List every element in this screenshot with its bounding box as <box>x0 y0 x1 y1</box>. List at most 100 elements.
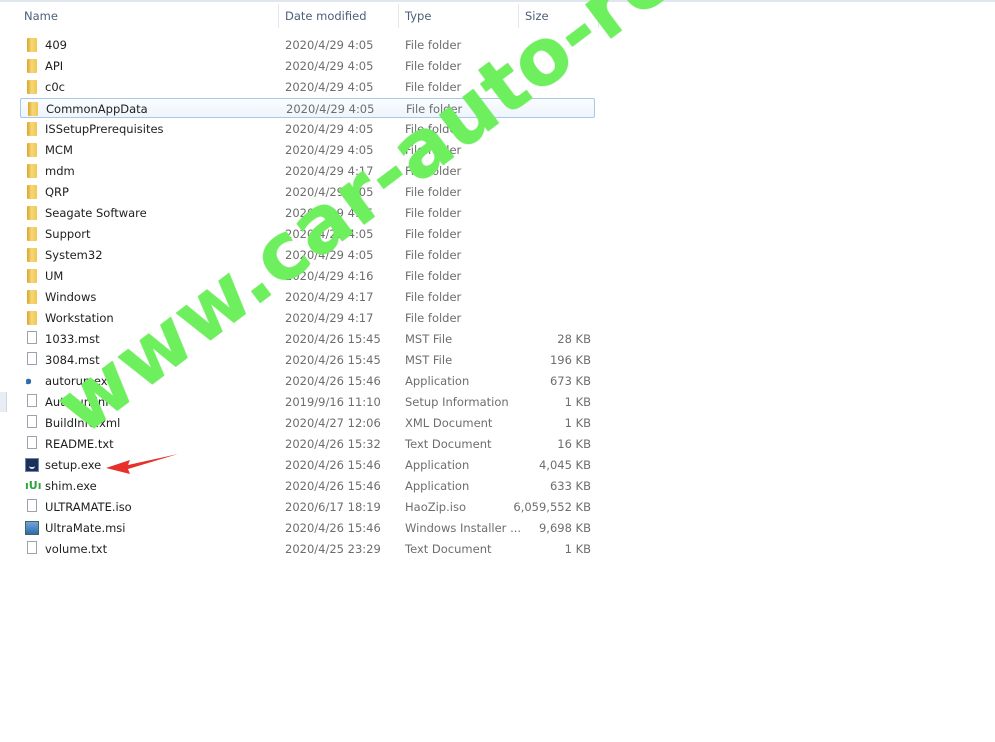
file-type: File folder <box>405 185 462 199</box>
folder-icon <box>27 122 37 136</box>
file-type: XML Document <box>405 416 493 430</box>
column-divider[interactable] <box>398 4 399 28</box>
file-size: 9,698 KB <box>538 521 591 535</box>
file-row[interactable]: ıUı shim.exe 2020/4/26 15:46 Application 633… <box>20 476 595 496</box>
file-type: Windows Installer ... <box>405 521 522 535</box>
file-date: 2020/4/29 4:05 <box>285 122 374 136</box>
file-type: File folder <box>406 102 463 116</box>
file-name: UM <box>45 269 64 283</box>
column-type-header[interactable]: Type <box>405 2 431 30</box>
file-name: 409 <box>45 38 67 52</box>
folder-icon <box>27 185 37 199</box>
file-row[interactable]: System32 2020/4/29 4:05 File folder <box>20 245 595 265</box>
file-icon <box>27 541 37 554</box>
file-name: shim.exe <box>45 479 97 493</box>
file-row[interactable]: Windows 2020/4/29 4:17 File folder <box>20 287 595 307</box>
file-date: 2020/4/29 4:05 <box>285 143 374 157</box>
file-row[interactable]: Support 2020/4/29 4:05 File folder <box>20 224 595 244</box>
file-row[interactable]: ๑ autorun.exe 2020/4/26 15:46 Application 67… <box>20 371 595 391</box>
file-row[interactable]: Workstation 2020/4/29 4:17 File folder <box>20 308 595 328</box>
file-row[interactable]: QRP 2020/4/29 4:05 File folder <box>20 182 595 202</box>
file-row[interactable]: Seagate Software 2020/4/29 4:05 File folde… <box>20 203 595 223</box>
file-date: 2020/4/26 15:32 <box>285 437 381 451</box>
file-type: File folder <box>405 269 462 283</box>
file-size: 16 KB <box>557 437 591 451</box>
file-icon <box>27 415 37 428</box>
column-date-header[interactable]: Date modified <box>285 2 367 30</box>
file-name: CommonAppData <box>46 102 148 116</box>
file-date: 2020/4/26 15:46 <box>285 521 381 535</box>
file-type: Text Document <box>405 542 492 556</box>
file-name: UltraMate.msi <box>45 521 126 535</box>
file-row[interactable]: UM 2020/4/29 4:16 File folder <box>20 266 595 286</box>
file-row[interactable]: 409 2020/4/29 4:05 File folder <box>20 35 595 55</box>
column-divider[interactable] <box>598 4 599 28</box>
file-date: 2020/4/29 4:05 <box>285 248 374 262</box>
file-date: 2020/4/26 15:46 <box>285 458 381 472</box>
file-name: Seagate Software <box>45 206 147 220</box>
file-name: ISSetupPrerequisites <box>45 122 164 136</box>
file-size: 1 KB <box>564 395 591 409</box>
file-row[interactable]: 1033.mst 2020/4/26 15:45 MST File 28 KB <box>20 329 595 349</box>
file-date: 2020/4/29 4:05 <box>285 206 374 220</box>
navigation-pane-edge[interactable] <box>0 392 7 412</box>
file-type: File folder <box>405 143 462 157</box>
file-date: 2020/4/29 4:05 <box>285 227 374 241</box>
file-type: File folder <box>405 59 462 73</box>
file-type: File folder <box>405 227 462 241</box>
file-row[interactable]: MCM 2020/4/29 4:05 File folder <box>20 140 595 160</box>
file-icon <box>27 436 37 449</box>
file-date: 2020/4/29 4:05 <box>286 102 375 116</box>
file-row[interactable]: mdm 2020/4/29 4:17 File folder <box>20 161 595 181</box>
folder-icon <box>27 248 37 262</box>
file-date: 2020/4/29 4:05 <box>285 59 374 73</box>
column-size-header[interactable]: Size <box>525 2 549 30</box>
folder-icon <box>27 227 37 241</box>
file-row[interactable]: c0c 2020/4/29 4:05 File folder <box>20 77 595 97</box>
file-row[interactable]: CommonAppData 2020/4/29 4:05 File folder <box>20 98 595 118</box>
file-name: Windows <box>45 290 97 304</box>
file-name: ULTRAMATE.iso <box>45 500 132 514</box>
file-size: 1 KB <box>564 542 591 556</box>
file-name: Workstation <box>45 311 114 325</box>
file-date: 2020/4/26 15:46 <box>285 374 381 388</box>
setup-icon <box>25 458 39 472</box>
file-type: File folder <box>405 122 462 136</box>
file-date: 2020/4/26 15:45 <box>285 353 381 367</box>
file-name: 1033.mst <box>45 332 100 346</box>
file-name: API <box>45 59 64 73</box>
folder-icon <box>27 311 37 325</box>
column-name-header[interactable]: Name <box>24 2 58 30</box>
file-row[interactable]: UltraMate.msi 2020/4/26 15:46 Windows Inst… <box>20 518 595 538</box>
file-name: MCM <box>45 143 73 157</box>
file-size: 28 KB <box>557 332 591 346</box>
file-name: System32 <box>45 248 103 262</box>
folder-icon <box>27 59 37 73</box>
folder-icon <box>27 290 37 304</box>
file-type: Application <box>405 479 470 493</box>
file-date: 2020/4/27 12:06 <box>285 416 381 430</box>
file-name: mdm <box>45 164 75 178</box>
file-icon <box>27 394 37 407</box>
file-type: Application <box>405 374 470 388</box>
file-row[interactable]: API 2020/4/29 4:05 File folder <box>20 56 595 76</box>
column-divider[interactable] <box>278 4 279 28</box>
file-date: 2020/4/29 4:05 <box>285 80 374 94</box>
file-date: 2020/4/29 4:17 <box>285 290 374 304</box>
file-row[interactable]: Autorun.inf 2019/9/16 11:10 Setup Informat… <box>20 392 595 412</box>
file-row[interactable]: ULTRAMATE.iso 2020/6/17 18:19 HaoZip.iso 6,… <box>20 497 595 517</box>
file-name: c0c <box>45 80 65 94</box>
file-row[interactable]: volume.txt 2020/4/25 23:29 Text Document 1 … <box>20 539 595 559</box>
file-size: 4,045 KB <box>538 458 591 472</box>
column-header: Name ^ Date modified Type Size <box>0 0 600 30</box>
file-row[interactable]: 3084.mst 2020/4/26 15:45 MST File 196 KB <box>20 350 595 370</box>
file-name: Support <box>45 227 91 241</box>
file-size: 673 KB <box>549 374 591 388</box>
column-divider[interactable] <box>518 4 519 28</box>
exe-icon: ๑ <box>25 374 32 387</box>
file-type: File folder <box>405 290 462 304</box>
file-type: Setup Information <box>405 395 509 409</box>
file-row[interactable]: ISSetupPrerequisites 2020/4/29 4:05 File f… <box>20 119 595 139</box>
file-type: Application <box>405 458 470 472</box>
file-row[interactable]: BuildInfo.xml 2020/4/27 12:06 XML Document… <box>20 413 595 433</box>
